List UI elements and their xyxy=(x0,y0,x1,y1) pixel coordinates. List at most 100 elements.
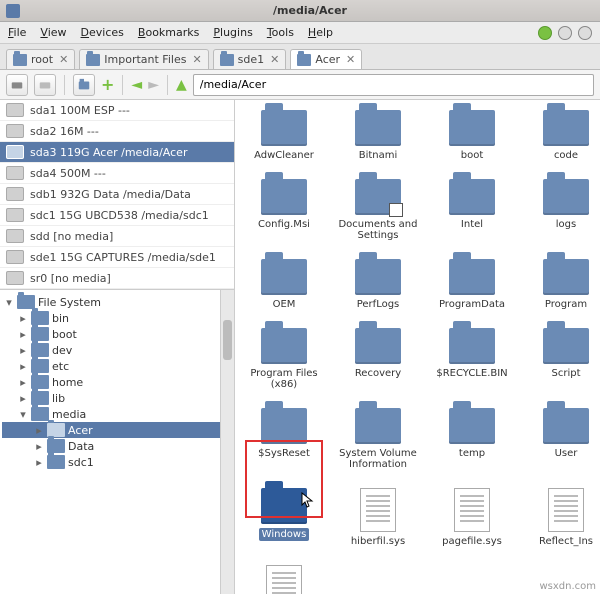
file-item[interactable]: hiberfil.sys xyxy=(333,488,423,547)
tree-label: Acer xyxy=(68,424,93,437)
item-label: Config.Msi xyxy=(258,219,310,230)
folder-icon xyxy=(47,439,65,453)
menu-bookmarks[interactable]: Bookmarks xyxy=(138,26,199,39)
file-view[interactable]: AdwCleaner Bitnami boot code Config.Msi … xyxy=(235,100,600,594)
folder-item[interactable]: ProgramData xyxy=(427,259,517,310)
folder-item-windows[interactable]: Windows xyxy=(239,488,329,547)
tab-root[interactable]: root✕ xyxy=(6,49,75,69)
folder-item[interactable]: Script xyxy=(521,328,600,390)
scrollbar-thumb[interactable] xyxy=(223,320,232,360)
folder-item[interactable]: Bitnami xyxy=(333,110,423,161)
collapse-icon[interactable]: ▾ xyxy=(18,408,28,421)
tab-sde1[interactable]: sde1✕ xyxy=(213,49,287,69)
item-label: Bitnami xyxy=(359,150,398,161)
vertical-scrollbar[interactable] xyxy=(220,290,234,594)
close-icon[interactable]: ✕ xyxy=(59,53,68,66)
window-title: /media/Acer xyxy=(26,4,594,17)
folder-item[interactable]: Config.Msi xyxy=(239,179,329,241)
expand-icon[interactable]: ▸ xyxy=(34,424,44,437)
expand-icon[interactable]: ▸ xyxy=(18,344,28,357)
device-label: sda1 100M ESP --- xyxy=(30,104,130,117)
folder-item[interactable]: temp xyxy=(427,408,517,470)
folder-icon xyxy=(31,327,49,341)
new-tab-button[interactable]: + xyxy=(101,75,114,94)
device-item[interactable]: sda4 500M --- xyxy=(0,163,234,184)
folder-item[interactable]: AdwCleaner xyxy=(239,110,329,161)
folder-icon xyxy=(543,259,589,295)
close-icon[interactable]: ✕ xyxy=(192,53,201,66)
expand-icon[interactable]: ▸ xyxy=(18,392,28,405)
folder-item[interactable]: User xyxy=(521,408,600,470)
folder-icon xyxy=(449,259,495,295)
folder-item[interactable]: code xyxy=(521,110,600,161)
menu-file[interactable]: File xyxy=(8,26,26,39)
folder-item[interactable]: Program xyxy=(521,259,600,310)
expand-icon[interactable]: ▸ xyxy=(34,456,44,469)
folder-item[interactable]: OEM xyxy=(239,259,329,310)
folder-item[interactable]: Program Files (x86) xyxy=(239,328,329,390)
folder-item[interactable]: $RECYCLE.BIN xyxy=(427,328,517,390)
device-item[interactable]: sda2 16M --- xyxy=(0,121,234,142)
folder-item[interactable]: $SysReset xyxy=(239,408,329,470)
folder-item[interactable]: boot xyxy=(427,110,517,161)
file-item-partial[interactable] xyxy=(239,565,329,594)
folder-item[interactable]: Documents and Settings xyxy=(333,179,423,241)
folder-item[interactable]: PerfLogs xyxy=(333,259,423,310)
tree-item[interactable]: ▸sdc1 xyxy=(2,454,232,470)
expand-icon[interactable]: ▸ xyxy=(18,312,28,325)
close-icon[interactable]: ✕ xyxy=(270,53,279,66)
device-item[interactable]: sda1 100M ESP --- xyxy=(0,100,234,121)
folder-item[interactable]: System Volume Information xyxy=(333,408,423,470)
file-item[interactable]: Reflect_Ins xyxy=(521,488,600,547)
expand-icon[interactable]: ▸ xyxy=(18,328,28,341)
folder-item[interactable]: Recovery xyxy=(333,328,423,390)
drive-icon xyxy=(6,229,24,243)
folder-icon xyxy=(543,408,589,444)
device-button[interactable] xyxy=(6,74,28,96)
folder-icon xyxy=(261,408,307,444)
directory-tree[interactable]: ▾File System ▸bin ▸boot ▸dev ▸etc ▸home … xyxy=(0,290,234,594)
close-icon[interactable]: ✕ xyxy=(346,53,355,66)
device-item[interactable]: sde1 15G CAPTURES /media/sde1 xyxy=(0,247,234,268)
device-label: sdd [no media] xyxy=(30,230,113,243)
tab-acer[interactable]: Acer✕ xyxy=(290,49,362,69)
device-item[interactable]: sdc1 15G UBCD538 /media/sdc1 xyxy=(0,205,234,226)
menu-devices[interactable]: Devices xyxy=(81,26,124,39)
menu-plugins[interactable]: Plugins xyxy=(213,26,252,39)
device-button-2[interactable] xyxy=(34,74,56,96)
forward-button[interactable]: ► xyxy=(148,77,159,93)
path-input[interactable] xyxy=(193,74,594,96)
device-item-selected[interactable]: sda3 119G Acer /media/Acer xyxy=(0,142,234,163)
menu-view[interactable]: View xyxy=(40,26,66,39)
device-item[interactable]: sdb1 932G Data /media/Data xyxy=(0,184,234,205)
folder-icon xyxy=(31,391,49,405)
tree-label: Data xyxy=(68,440,94,453)
back-button[interactable]: ◄ xyxy=(131,77,142,93)
up-button[interactable]: ▲ xyxy=(176,77,187,93)
device-label: sda4 500M --- xyxy=(30,167,106,180)
home-button[interactable] xyxy=(73,74,95,96)
menu-help[interactable]: Help xyxy=(308,26,333,39)
expand-icon[interactable]: ▸ xyxy=(18,360,28,373)
folder-icon xyxy=(449,179,495,215)
folder-icon xyxy=(297,54,311,66)
device-item[interactable]: sr0 [no media] xyxy=(0,268,234,289)
drive-icon xyxy=(6,145,24,159)
expand-icon[interactable]: ▾ xyxy=(4,296,14,309)
tree-item-media[interactable]: ▾media xyxy=(2,406,232,422)
tree-label: dev xyxy=(52,344,72,357)
tree-item[interactable]: ▸ Data xyxy=(2,438,232,454)
menu-tools[interactable]: Tools xyxy=(267,26,294,39)
device-item[interactable]: sdd [no media] xyxy=(0,226,234,247)
item-label: $RECYCLE.BIN xyxy=(436,368,507,379)
tree-item-acer[interactable]: ▸ Acer xyxy=(2,422,232,438)
file-item[interactable]: pagefile.sys xyxy=(427,488,517,547)
folder-item[interactable]: Intel xyxy=(427,179,517,241)
side-panel: sda1 100M ESP --- sda2 16M --- sda3 119G… xyxy=(0,100,235,594)
expand-icon[interactable]: ▸ xyxy=(18,376,28,389)
folder-item[interactable]: logs xyxy=(521,179,600,241)
expand-icon[interactable]: ▸ xyxy=(34,440,44,453)
status-dot-icon xyxy=(578,26,592,40)
folder-icon xyxy=(543,179,589,215)
tab-important-files[interactable]: Important Files✕ xyxy=(79,49,208,69)
